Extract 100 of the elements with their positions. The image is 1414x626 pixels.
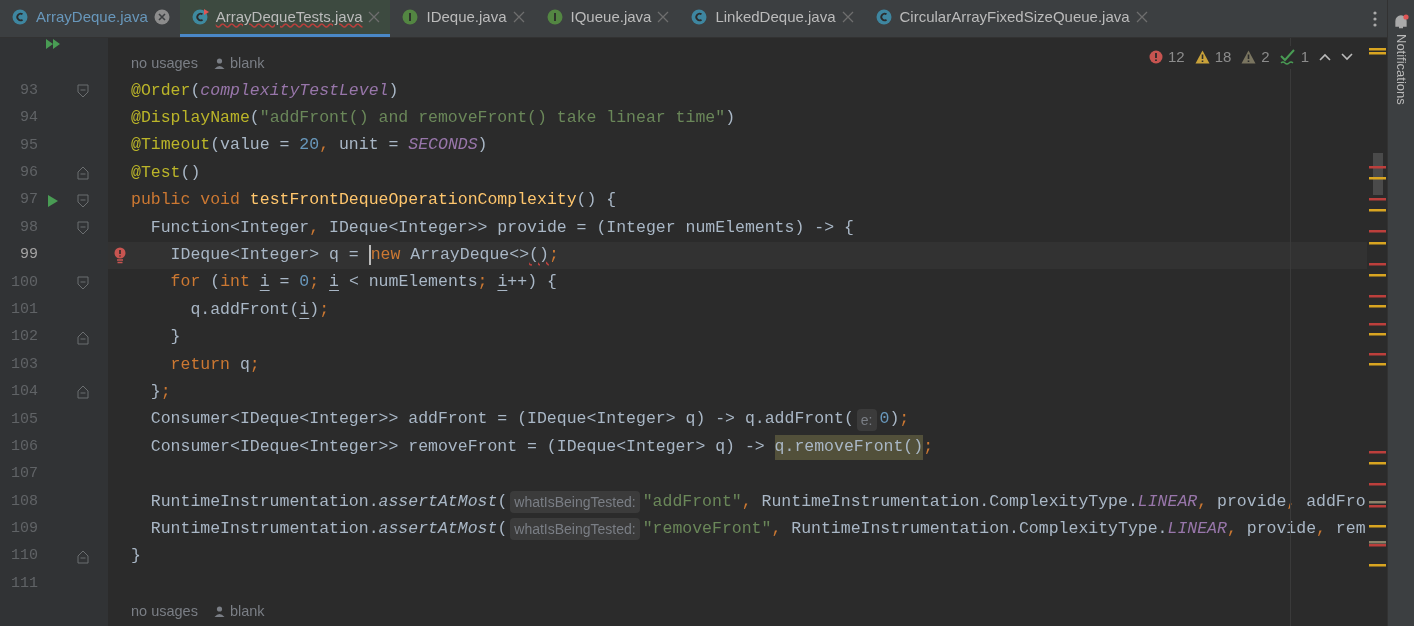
inspection-counter[interactable]: 2 — [1241, 46, 1270, 69]
parameter-hint: whatIsBeingTested: — [510, 490, 640, 513]
code-token: , — [1226, 517, 1238, 540]
fold-marker-icon[interactable] — [77, 330, 89, 345]
code-token: 0 — [299, 271, 310, 294]
inspection-counter[interactable]: 12 — [1148, 46, 1185, 69]
error-bulb-icon[interactable] — [112, 246, 127, 264]
code-token: assertAtMost — [378, 517, 498, 540]
code-token: ; — [923, 435, 934, 458]
previous-icon[interactable] — [1319, 53, 1331, 62]
fold-marker-icon[interactable] — [77, 221, 89, 236]
close-icon[interactable] — [657, 11, 670, 23]
code-token: LINEAR — [1167, 517, 1227, 540]
code-token: () — [180, 161, 201, 184]
interface-icon — [546, 8, 565, 26]
code-token: 0 — [879, 408, 890, 431]
code-token: , — [1197, 490, 1209, 513]
line-number: 99 — [20, 245, 38, 266]
code-token: @Test — [131, 161, 181, 184]
code-token: , — [309, 216, 321, 239]
fold-marker-icon[interactable] — [77, 549, 89, 564]
code-token: complexityTestLevel — [200, 79, 389, 102]
code-token: ; — [899, 408, 910, 431]
usages-hint[interactable]: no usages — [131, 600, 198, 623]
close-icon[interactable] — [368, 11, 381, 23]
code-token: "addFront() and removeFront() take linear time" — [259, 107, 726, 130]
fold-marker-icon[interactable] — [77, 166, 89, 181]
code-token: ) — [725, 107, 736, 130]
tab-label: ArrayDeque.java — [36, 6, 148, 27]
notifications-tab[interactable]: Notifications — [1391, 34, 1411, 105]
code-token: RuntimeInstrumentation.ComplexityType. — [761, 490, 1138, 513]
tab-label: ArrayDequeTests.java — [215, 6, 363, 27]
code-token: ) — [889, 408, 900, 431]
usages-hint[interactable]: no usages — [131, 52, 198, 75]
class-icon — [12, 8, 30, 26]
code-token: 20 — [299, 134, 320, 157]
code-token: rem — [1335, 517, 1366, 540]
code-token: i — [259, 271, 270, 294]
person-icon — [213, 58, 225, 70]
fold-marker-icon[interactable] — [77, 385, 89, 400]
author-hint[interactable]: blank — [229, 600, 265, 623]
code-token: LINEAR — [1137, 490, 1198, 513]
next-icon[interactable] — [1341, 53, 1353, 62]
code-token: , — [319, 134, 331, 157]
code-token: ; — [319, 298, 330, 321]
code-token: for — [169, 271, 202, 294]
code-token: ; — [309, 271, 321, 294]
inspection-counter[interactable]: 18 — [1194, 46, 1232, 69]
code-token: q.addFront( — [189, 298, 300, 321]
code-token: testFrontDequeOperationComplexity — [249, 189, 577, 212]
tab-label: LinkedDeque.java — [715, 6, 836, 27]
code-token: RuntimeInstrumentation. — [149, 517, 379, 540]
code-token: i — [497, 271, 508, 294]
fold-marker-icon[interactable] — [77, 193, 89, 208]
code-token: IDeque<Integer>> provide = (Integer numElements) -> { — [329, 216, 854, 239]
code-token: () — [529, 244, 549, 267]
warning-icon — [1241, 50, 1257, 65]
code-token: "addFront" — [642, 490, 742, 513]
code-token: } — [149, 381, 161, 403]
file-tab[interactable]: ArrayDequeTests.java — [179, 0, 391, 37]
author-hint[interactable]: blank — [229, 52, 265, 75]
close-icon[interactable] — [1135, 11, 1148, 23]
code-token: ( — [249, 107, 260, 130]
code-token: (value = — [210, 134, 291, 157]
code-token: i — [299, 298, 310, 321]
code-token: ) — [477, 134, 488, 157]
tab-label: IQueue.java — [570, 6, 652, 27]
run-icon[interactable] — [47, 193, 59, 208]
parameter-hint: whatIsBeingTested: — [510, 518, 640, 541]
file-tab[interactable]: IQueue.java — [534, 0, 680, 37]
code-token: @Order — [131, 79, 191, 102]
code-token: RuntimeInstrumentation.ComplexityType. — [791, 517, 1168, 540]
close-icon[interactable] — [841, 11, 854, 23]
tab-label: IDeque.java — [426, 6, 507, 27]
code-token: RuntimeInstrumentation. — [149, 490, 379, 513]
code-token: @DisplayName — [131, 107, 250, 130]
code-token: SECONDS — [408, 134, 478, 157]
inspection-counter[interactable]: 1 — [1279, 46, 1309, 69]
fold-marker-icon[interactable] — [77, 84, 89, 99]
code-token: i — [329, 271, 339, 294]
code-token: ( — [497, 517, 508, 540]
bell-icon[interactable] — [1393, 14, 1409, 30]
code-token: IDeque<Integer> q = — [169, 244, 360, 267]
warning-icon — [1194, 50, 1210, 65]
tab-label: CircularArrayFixedSizeQueue.java — [899, 6, 1130, 27]
code-token: return — [169, 353, 232, 376]
code-token: < numElements — [347, 271, 478, 294]
file-tab[interactable]: IDeque.java — [390, 0, 535, 37]
file-tab[interactable]: CircularArrayFixedSizeQueue.java — [863, 0, 1158, 37]
close-icon[interactable] — [512, 11, 525, 23]
typo-check-icon — [1279, 49, 1296, 66]
file-tab[interactable]: ArrayDeque.java — [0, 0, 180, 37]
code-token: unit = — [338, 134, 400, 157]
close-icon[interactable] — [153, 9, 170, 25]
code-token: int — [220, 271, 251, 294]
code-token: = — [278, 271, 291, 294]
file-tab[interactable]: LinkedDeque.java — [679, 0, 864, 37]
code-token: () { — [576, 189, 617, 212]
more-options-icon[interactable] — [1373, 10, 1377, 27]
fold-marker-icon[interactable] — [77, 275, 89, 290]
